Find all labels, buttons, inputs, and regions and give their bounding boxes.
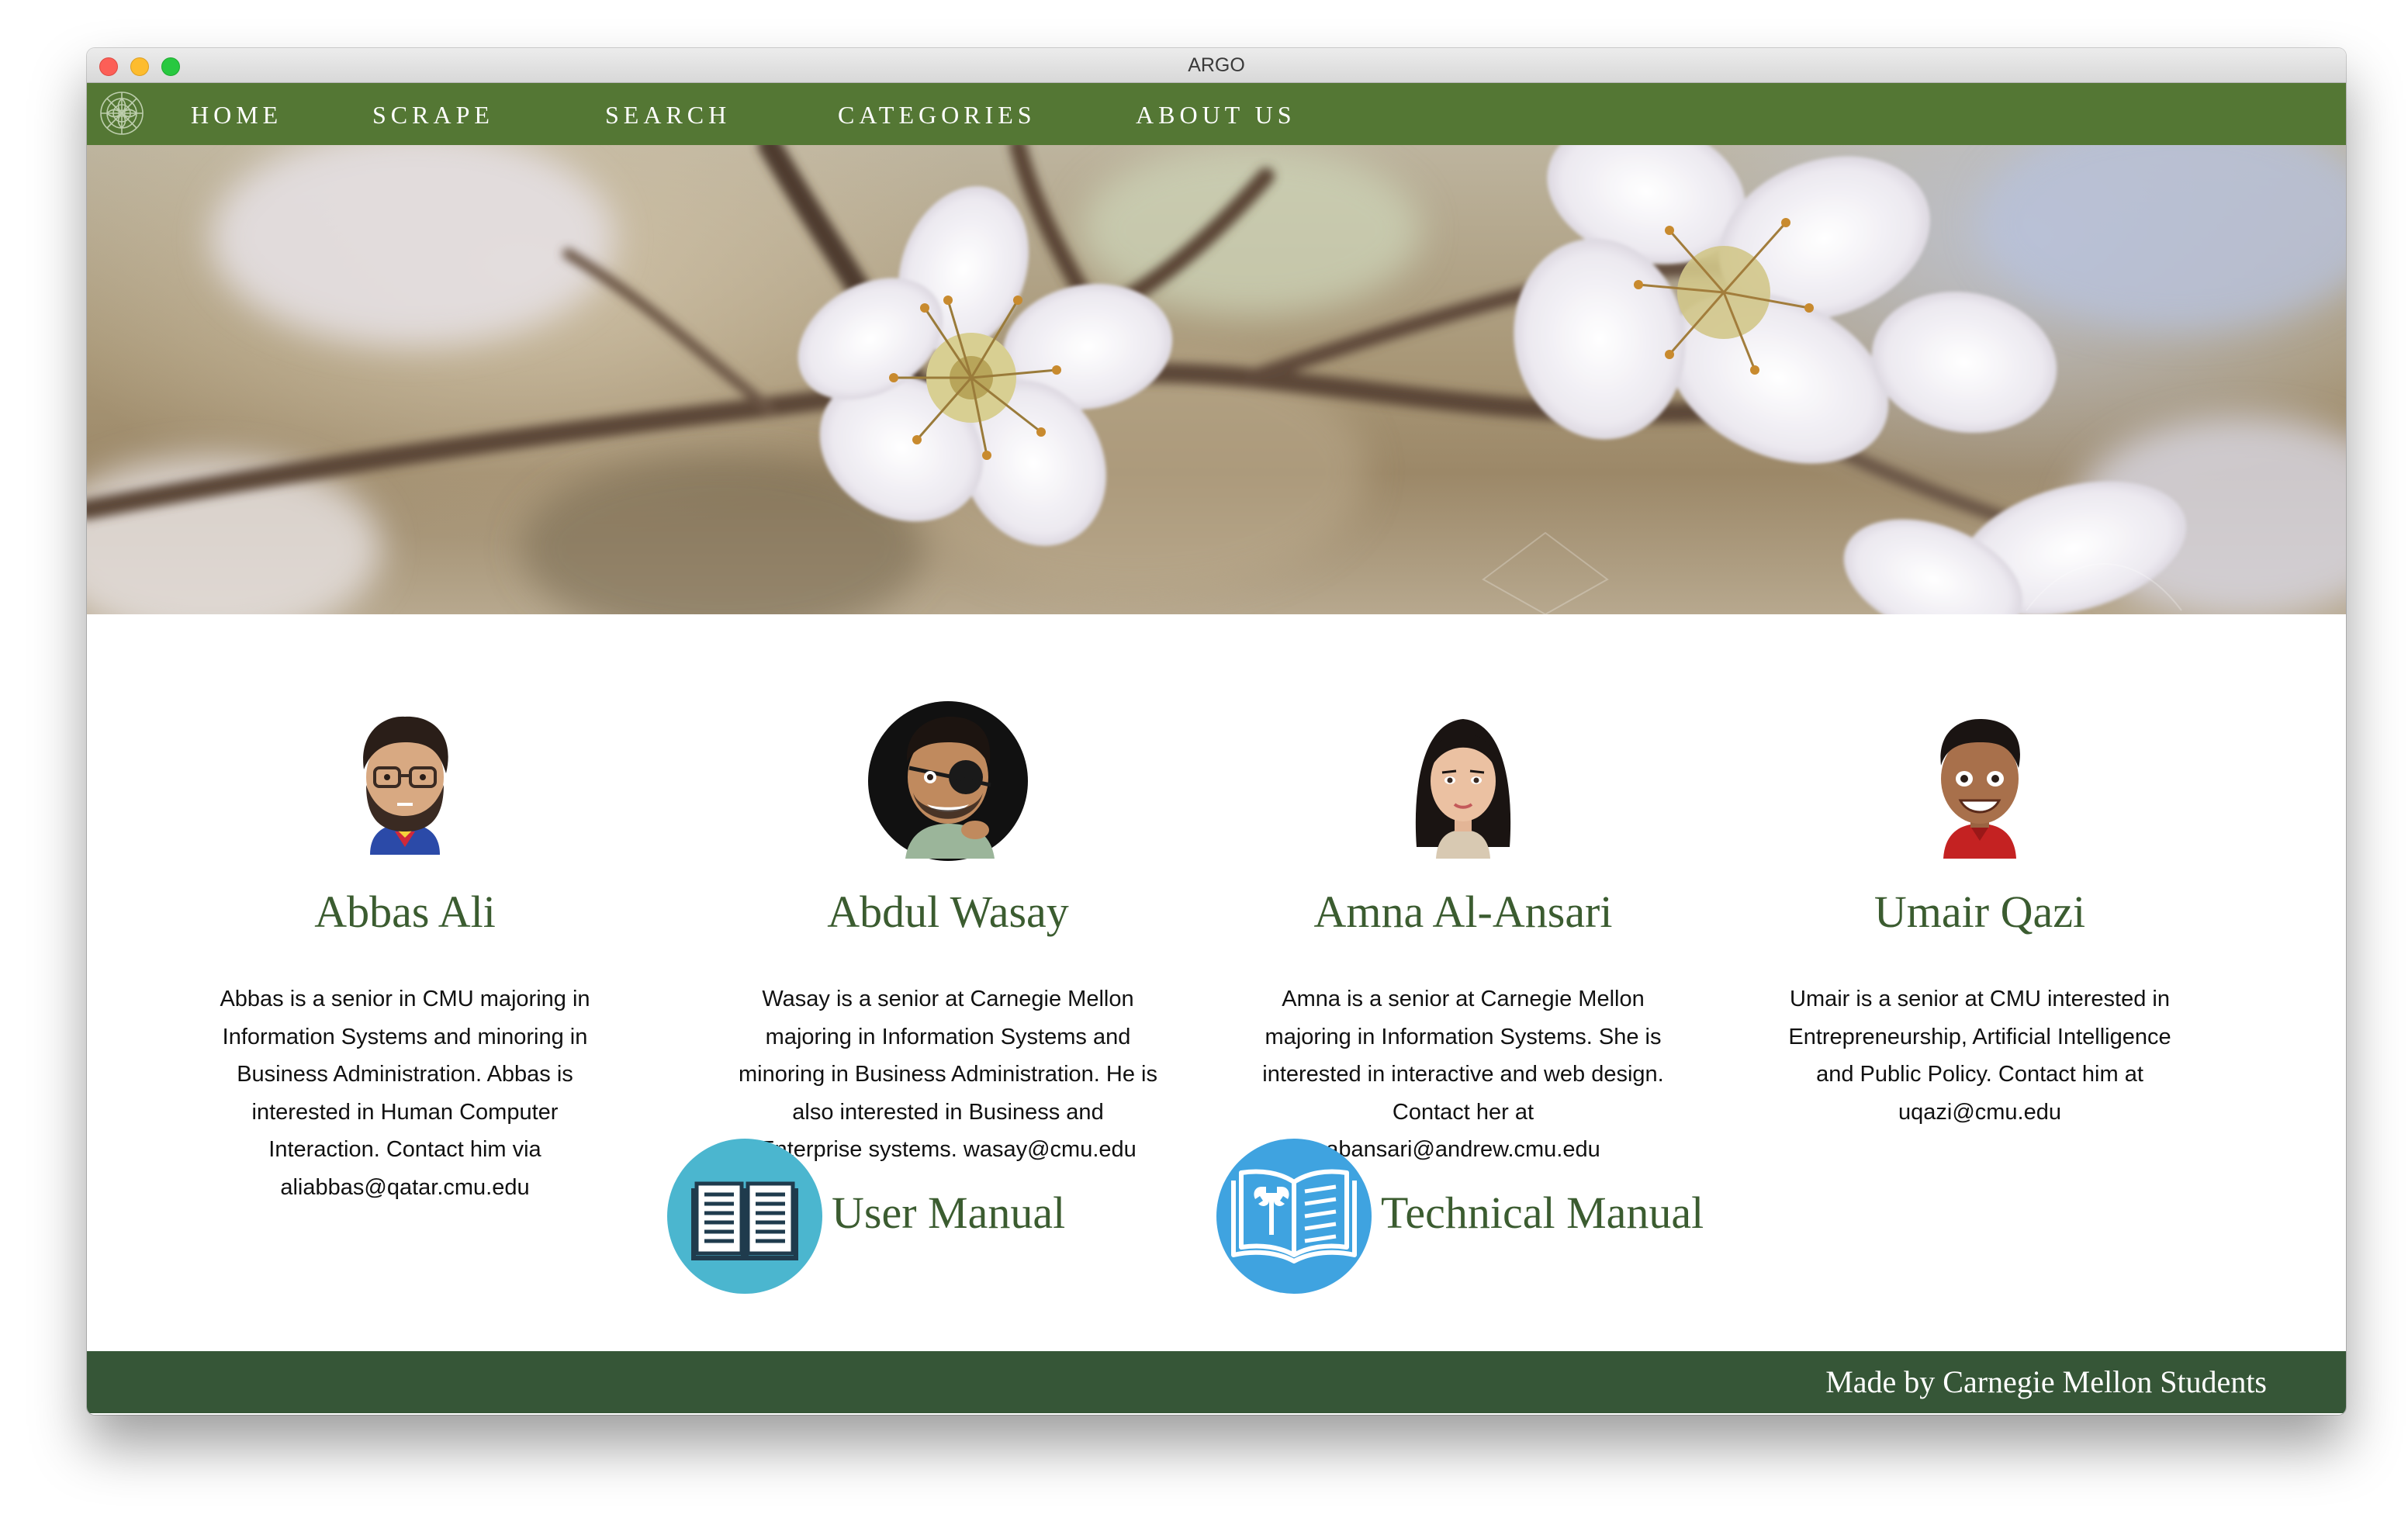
member-name: Abdul Wasay (827, 887, 1069, 937)
team-member-card: Umair Qazi Umair is a senior at CMU inte… (1724, 614, 2236, 1149)
member-name: Abbas Ali (314, 887, 496, 937)
woman-avatar-icon (1415, 719, 1511, 859)
technical-manual-link[interactable]: Technical Manual (1215, 1137, 1804, 1295)
open-book-icon[interactable] (666, 1137, 824, 1295)
top-navigation: HOME SCRAPE SEARCH CATEGORIES ABOUT US (87, 83, 2346, 145)
title-bar: ARGO (87, 48, 2346, 83)
footer: Made by Carnegie Mellon Students (87, 1351, 2346, 1413)
smiling-man-avatar-icon (1940, 719, 2020, 859)
desktop: ARGO HOME SCRAPE SEARCH CATEGORIES ABOUT… (0, 0, 2408, 1528)
member-bio: Abbas is a senior in CMU majoring in Inf… (220, 987, 590, 1200)
user-manual-label[interactable]: User Manual (832, 1187, 1065, 1239)
hero-banner-cherry-blossom-image (87, 145, 2346, 614)
nav-about-us[interactable]: ABOUT US (1136, 83, 1296, 145)
bearded-man-glasses-avatar-icon (363, 716, 448, 855)
member-bio: Umair is a senior at CMU interested in E… (1788, 987, 2171, 1125)
team-member-card: Abdul Wasay Wasay is a senior at Carnegi… (692, 614, 1204, 1162)
technical-manual-label[interactable]: Technical Manual (1381, 1187, 1704, 1239)
mandala-logo-icon[interactable] (98, 89, 146, 137)
book-wrench-icon[interactable] (1215, 1137, 1373, 1295)
eyepatch-man-avatar-icon (868, 701, 1028, 861)
nav-search[interactable]: SEARCH (605, 83, 731, 145)
user-manual-link[interactable]: User Manual (666, 1137, 1162, 1295)
team-member-card: Amna Al-Ansari Amna is a senior at Carne… (1207, 614, 1719, 1162)
nav-scrape[interactable]: SCRAPE (372, 83, 494, 145)
member-name: Umair Qazi (1873, 887, 2086, 937)
nav-home[interactable]: HOME (191, 83, 282, 145)
team-member-card: Abbas Ali Abbas is a senior in CMU major… (149, 614, 661, 1200)
browser-window: ARGO HOME SCRAPE SEARCH CATEGORIES ABOUT… (87, 48, 2346, 1415)
window-title: ARGO (1188, 54, 1245, 76)
member-name: Amna Al-Ansari (1313, 887, 1613, 937)
footer-credit: Made by Carnegie Mellon Students (1825, 1364, 2267, 1399)
nav-categories[interactable]: CATEGORIES (838, 83, 1036, 145)
